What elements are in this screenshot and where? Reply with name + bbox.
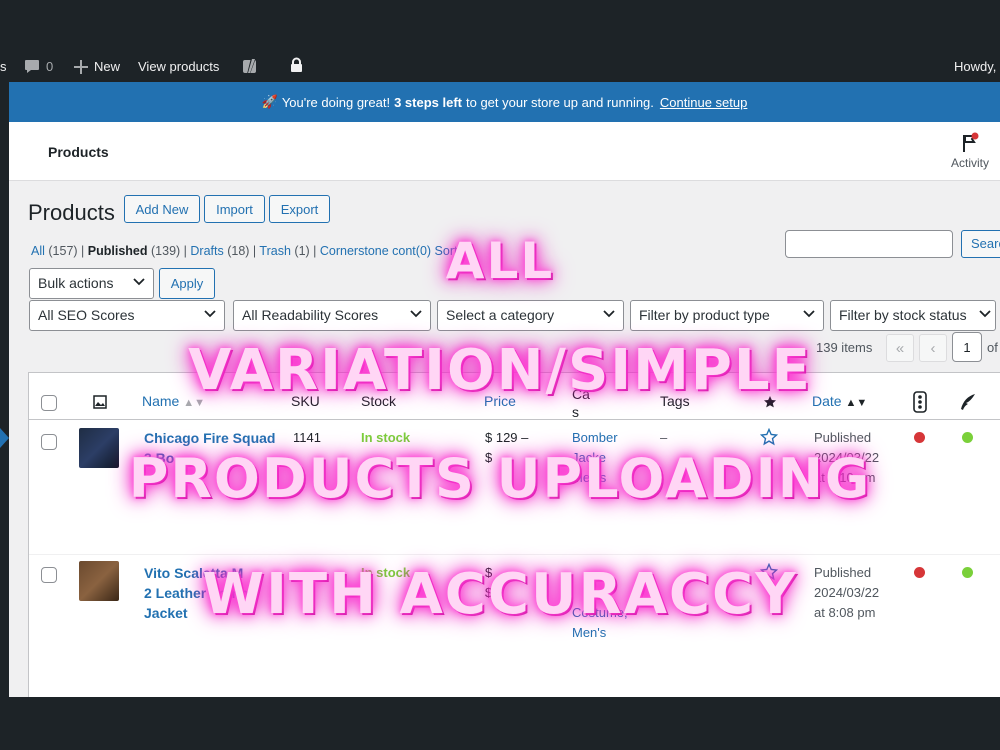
plus-icon — [74, 59, 88, 74]
banner-steps: 3 steps left — [394, 94, 462, 110]
overlay-line-4: WITH ACCURACCY — [202, 562, 798, 627]
lock-icon[interactable] — [290, 57, 303, 73]
setup-banner: 🚀 You're doing great! 3 steps left to ge… — [9, 82, 1000, 122]
continue-setup-link[interactable]: Continue setup — [660, 95, 747, 110]
wp-admin-bar: s 0 New View products Howdy, — [0, 52, 1000, 82]
rocket-icon: 🚀 — [261, 94, 278, 109]
export-button[interactable]: Export — [269, 195, 330, 223]
chevron-down-icon — [603, 310, 615, 318]
chevron-down-icon — [979, 310, 991, 318]
chevron-down-icon — [803, 310, 815, 318]
comments-count: 0 — [46, 59, 54, 74]
comments-link[interactable]: 0 — [24, 59, 53, 74]
yoast-icon[interactable] — [242, 57, 260, 75]
product-tags: – — [660, 430, 668, 445]
new-label: New — [94, 59, 121, 74]
featured-star-outline-icon[interactable] — [760, 428, 778, 446]
collapse-arrow-icon[interactable] — [0, 428, 9, 448]
readability-filter[interactable]: All Readability Scores — [233, 300, 431, 331]
activity-flag-icon — [963, 132, 979, 152]
seo-score-filter[interactable]: All SEO Scores — [29, 300, 225, 331]
page-title: Products — [28, 200, 115, 225]
product-sku: 1141 — [293, 430, 321, 445]
overlay-line-2: VARIATION/SIMPLE — [188, 338, 812, 403]
banner-text: You're doing great! — [281, 94, 391, 110]
product-type-filter[interactable]: Filter by product type — [630, 300, 824, 331]
top-dark-strip — [0, 0, 1000, 52]
add-new-button[interactable]: Add New — [124, 195, 200, 223]
chevron-down-icon — [410, 310, 422, 318]
comment-bubble-icon — [25, 60, 39, 73]
header-title: Products — [48, 144, 109, 160]
stock-status: In stock — [361, 430, 411, 445]
banner-text-post: to get your store up and running. — [466, 94, 654, 110]
chevron-down-icon — [204, 310, 216, 318]
new-content-link[interactable]: New — [74, 59, 120, 74]
category-filter[interactable]: Select a category — [437, 300, 624, 331]
products-table: Name ▲▼ SKU Stock Price Ca s Tags Date ▲▼… — [28, 372, 1000, 697]
activity-label: Activity — [950, 156, 989, 170]
overlay-line-1: ALL — [445, 232, 555, 290]
import-button[interactable]: Import — [204, 195, 265, 223]
admin-bar-fragment[interactable]: s — [0, 59, 7, 74]
overlay-line-3: PRODUCTS UPLOADING — [128, 447, 872, 510]
view-products-link[interactable]: View products — [138, 59, 219, 74]
woocommerce-header: Products Activity — [9, 122, 1000, 181]
stock-status-filter[interactable]: Filter by stock status — [830, 300, 996, 331]
seo-score-dot — [914, 432, 925, 443]
activity-button[interactable]: Activity — [946, 132, 994, 170]
howdy-greeting[interactable]: Howdy, — [954, 59, 996, 74]
readability-score-dot — [962, 432, 973, 443]
